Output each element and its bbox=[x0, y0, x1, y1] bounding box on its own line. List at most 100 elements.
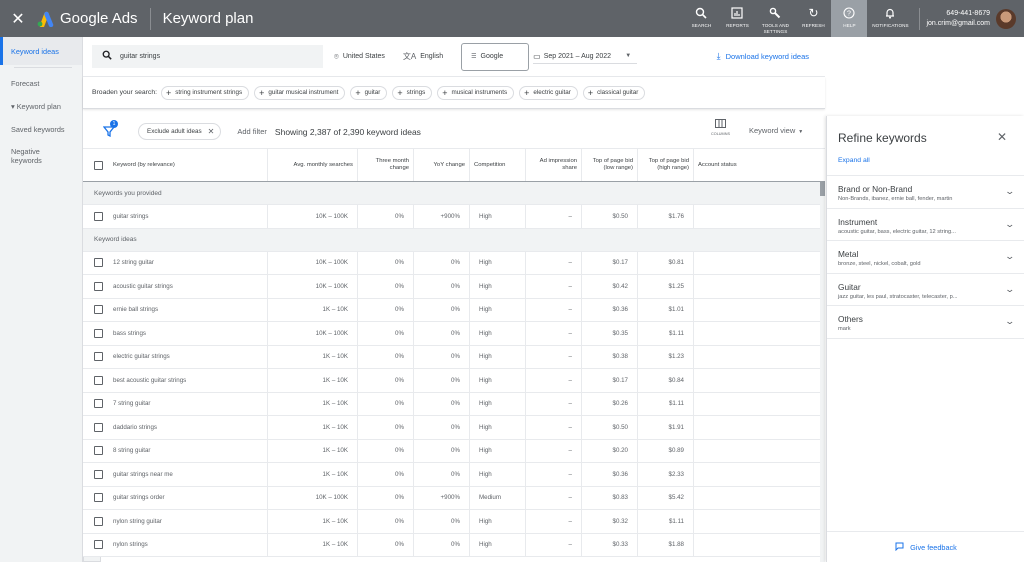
table-row[interactable]: nylon string guitar 1K – 10K 0% 0% High – $0.3… bbox=[83, 510, 825, 534]
broaden-chip[interactable]: + electric guitar bbox=[519, 85, 578, 100]
broaden-chip[interactable]: + guitar bbox=[350, 85, 388, 100]
refresh-button[interactable]: ↻ REFRESH bbox=[795, 0, 831, 37]
add-filter-button[interactable]: Add filter bbox=[237, 127, 267, 136]
row-checkbox[interactable] bbox=[94, 469, 103, 479]
close-icon[interactable]: ✕ bbox=[0, 9, 36, 29]
caret-down-icon: ▼ bbox=[798, 129, 804, 135]
chevron-down-icon[interactable]: ⌄ bbox=[1005, 219, 1016, 230]
columns-button[interactable]: COLUMNS bbox=[711, 119, 730, 136]
row-checkbox[interactable] bbox=[94, 375, 103, 385]
search-input[interactable]: guitar strings bbox=[92, 45, 323, 68]
broaden-chip[interactable]: + classical guitar bbox=[582, 85, 646, 100]
refine-group[interactable]: Guitar jazz guitar, les paul, stratocaste… bbox=[827, 274, 1024, 306]
row-checkbox[interactable] bbox=[94, 493, 103, 503]
expand-all-link[interactable]: Expand all bbox=[838, 157, 870, 164]
row-checkbox[interactable] bbox=[94, 399, 103, 409]
close-icon[interactable]: ✕ bbox=[208, 127, 215, 136]
filter-button[interactable]: 1 bbox=[102, 119, 118, 139]
broaden-chip[interactable]: + strings bbox=[392, 85, 433, 100]
column-header-keyword[interactable]: Keyword (by relevance) bbox=[83, 149, 268, 181]
column-header-ad-impression-share[interactable]: Ad impression share bbox=[526, 149, 582, 181]
keyword-view-select[interactable]: Keyword view ▼ bbox=[749, 126, 803, 135]
table-row[interactable]: nylon strings 1K – 10K 0% 0% High – $0.33 $1.88 bbox=[83, 533, 825, 557]
location-filter[interactable]: ⌾ United States bbox=[334, 52, 385, 62]
cell-ad-impression-share: – bbox=[526, 369, 582, 392]
select-all-checkbox[interactable] bbox=[94, 160, 103, 170]
column-header-yoy-change[interactable]: YoY change bbox=[414, 149, 470, 181]
column-header-bid-high[interactable]: Top of page bid (high range) bbox=[638, 149, 694, 181]
refine-group[interactable]: Instrument acoustic guitar, bass, electri… bbox=[827, 209, 1024, 241]
refine-group[interactable]: Brand or Non-Brand Non-Brands, ibanez, er… bbox=[827, 176, 1024, 209]
reports-icon bbox=[731, 7, 744, 21]
search-button[interactable]: SEARCH bbox=[683, 0, 719, 37]
sidebar-item-saved-keywords[interactable]: Saved keywords bbox=[0, 118, 82, 141]
refine-group[interactable]: Others mark ⌄ bbox=[827, 306, 1024, 339]
column-header-account-status[interactable]: Account status bbox=[694, 149, 825, 181]
table-row[interactable]: 12 string guitar 10K – 100K 0% 0% High – $0.17… bbox=[83, 251, 825, 275]
refine-group-name: Brand or Non-Brand bbox=[838, 184, 913, 194]
cell-keyword: nylon string guitar bbox=[83, 510, 268, 533]
sidebar-item-keyword-plan[interactable]: ▾ Keyword plan bbox=[0, 95, 82, 118]
give-feedback-button[interactable]: Give feedback bbox=[827, 531, 1024, 562]
refine-group-name: Instrument bbox=[838, 216, 878, 227]
cell-bid-high: $1.91 bbox=[638, 416, 694, 439]
network-filter[interactable]: ☰ Google bbox=[461, 42, 530, 71]
cell-avg-monthly-searches: 1K – 10K bbox=[268, 463, 358, 486]
row-checkbox[interactable] bbox=[94, 281, 103, 291]
broaden-chip[interactable]: + string instrument strings bbox=[161, 85, 250, 100]
tools-and-settings-button[interactable]: TOOLS AND SETTINGS bbox=[755, 0, 795, 37]
row-checkbox[interactable] bbox=[94, 540, 103, 550]
row-checkbox[interactable] bbox=[94, 258, 103, 268]
table-row[interactable]: ernie ball strings 1K – 10K 0% 0% High – $0.36… bbox=[83, 298, 825, 322]
table-row[interactable]: acoustic guitar strings 10K – 100K 0% 0% Hig… bbox=[83, 275, 825, 299]
reports-button[interactable]: REPORTS bbox=[719, 0, 755, 37]
table-scrollbar[interactable] bbox=[820, 182, 825, 562]
row-checkbox[interactable] bbox=[94, 305, 103, 315]
close-icon[interactable]: ✕ bbox=[997, 130, 1007, 144]
sidebar-item-forecast[interactable]: Forecast bbox=[0, 72, 82, 95]
avatar[interactable] bbox=[996, 8, 1016, 29]
exclude-adult-ideas-chip[interactable]: Exclude adult ideas ✕ bbox=[138, 123, 222, 140]
chevron-down-icon[interactable]: ⌄ bbox=[1005, 316, 1016, 327]
column-header-competition[interactable]: Competition bbox=[470, 149, 526, 181]
notifications-button[interactable]: NOTIFICATIONS bbox=[867, 0, 913, 37]
broaden-chip[interactable]: + guitar musical instrument bbox=[254, 85, 346, 100]
table-row[interactable]: 8 string guitar 1K – 10K 0% 0% High – $0.20 $0.… bbox=[83, 439, 825, 463]
refine-group[interactable]: Metal bronze, steel, nickel, cobalt, gold… bbox=[827, 241, 1024, 274]
help-button[interactable]: ? HELP bbox=[831, 0, 868, 37]
row-checkbox[interactable] bbox=[94, 446, 103, 456]
cell-avg-monthly-searches: 1K – 10K bbox=[268, 345, 358, 368]
sidebar-item-negative-keywords[interactable]: Negative keywords bbox=[0, 141, 70, 171]
scrollbar-thumb[interactable] bbox=[820, 182, 825, 196]
download-keyword-ideas-button[interactable]: ⤓ Download keyword ideas bbox=[717, 51, 809, 62]
broaden-chip[interactable]: + musical instruments bbox=[437, 85, 515, 100]
column-header-avg-monthly-searches[interactable]: Avg. monthly searches bbox=[268, 149, 358, 181]
account-info[interactable]: 649-441-8679 jon.crim@gmail.com bbox=[926, 9, 990, 29]
chevron-down-icon[interactable]: ⌄ bbox=[1005, 186, 1016, 197]
chevron-down-icon[interactable]: ⌄ bbox=[1005, 251, 1016, 262]
column-header-three-month-change[interactable]: Three month change bbox=[358, 149, 414, 181]
cell-account-status bbox=[694, 534, 825, 557]
row-checkbox[interactable] bbox=[94, 211, 103, 221]
table-row[interactable]: best acoustic guitar strings 1K – 10K 0% 0%… bbox=[83, 369, 825, 393]
table-row[interactable]: 7 string guitar 1K – 10K 0% 0% High – $0.26 $1.… bbox=[83, 392, 825, 416]
row-checkbox[interactable] bbox=[94, 422, 103, 432]
language-filter[interactable]: 文A English bbox=[403, 51, 443, 62]
table-row[interactable]: electric guitar strings 1K – 10K 0% 0% High –… bbox=[83, 345, 825, 369]
row-checkbox[interactable] bbox=[94, 352, 103, 362]
date-range-select[interactable]: ▭ Sep 2021 – Aug 2022 ▼ bbox=[533, 50, 638, 64]
sidebar-item-keyword-ideas[interactable]: Keyword ideas bbox=[0, 37, 82, 65]
refine-group-values: acoustic guitar, bass, electric guitar, … bbox=[838, 228, 956, 235]
table-row[interactable]: guitar strings near me 1K – 10K 0% 0% High – $… bbox=[83, 463, 825, 487]
cell-competition: High bbox=[470, 369, 526, 392]
cell-avg-monthly-searches: 1K – 10K bbox=[268, 439, 358, 462]
refine-group-name: Metal bbox=[838, 249, 859, 259]
column-header-bid-low[interactable]: Top of page bid (low range) bbox=[582, 149, 638, 181]
table-row[interactable]: guitar strings 10K – 100K 0% +900% High – $0.5… bbox=[83, 205, 825, 229]
table-row[interactable]: bass strings 10K – 100K 0% 0% High – $0.35 $1.1… bbox=[83, 322, 825, 346]
row-checkbox[interactable] bbox=[94, 328, 103, 338]
chevron-down-icon[interactable]: ⌄ bbox=[1005, 284, 1016, 295]
table-row[interactable]: guitar strings order 10K – 100K 0% +900% Med… bbox=[83, 486, 825, 510]
table-row[interactable]: daddario strings 1K – 10K 0% 0% High – $0.50 $1… bbox=[83, 416, 825, 440]
row-checkbox[interactable] bbox=[94, 516, 103, 526]
